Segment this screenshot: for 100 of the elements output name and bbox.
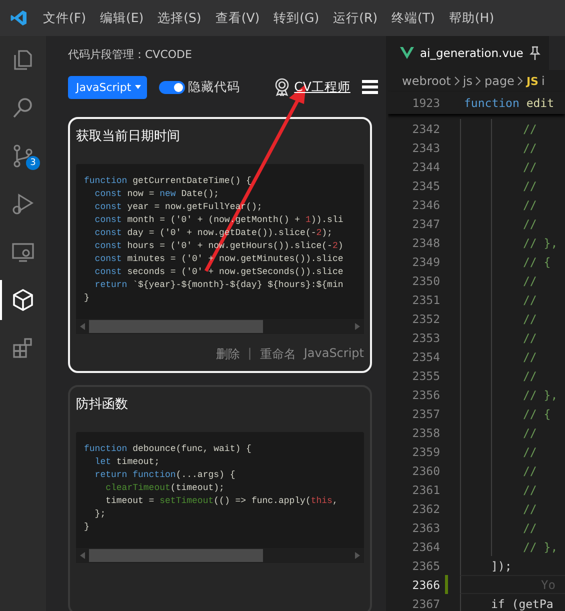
chevron-icon [517,76,524,86]
line-number: 2354 [411,350,440,364]
breadcrumb-item[interactable]: page [484,74,514,88]
branch-icon[interactable] [11,144,35,168]
js-file-icon: JS [526,74,538,88]
line-number: 2353 [411,330,440,344]
separator: | [248,346,252,362]
code-line: } [84,292,90,305]
breadcrumb-item[interactable]: js [462,74,472,88]
code-line: // [523,520,537,534]
snippet-title: 获取当前日期时间 [76,128,181,145]
badge-icon [274,78,290,96]
search-icon[interactable] [11,96,35,120]
code-line: function getCurrentDateTime() { [84,175,252,188]
scroll-left-icon[interactable] [80,552,85,559]
scrollbar-thumb[interactable] [89,320,263,333]
code-line: // [523,122,537,136]
code-line: // [523,482,537,496]
code-line: return `${year}-${month}-${day} ${hours}:${min [94,279,344,292]
editor-tab[interactable]: ai_generation.vue [388,36,550,70]
line-number: 2349 [411,254,440,268]
line-number: 2351 [411,292,440,306]
line-number: 2343 [411,140,440,154]
caret-icon [135,85,142,89]
line-number: 2362 [411,502,440,516]
code-line: // [523,160,537,174]
scroll-left-icon[interactable] [80,323,85,330]
menu-item[interactable]: 转到(G) [266,10,326,26]
scrollbar-thumb[interactable] [89,549,263,562]
toggle-switch[interactable] [159,80,186,94]
run-debug-icon[interactable] [11,192,35,216]
code-line: // [523,464,537,478]
snippet-card[interactable]: 防抖函数 function debounce(func, wait) { let timeout; return function(...args) { clearTimeout(timeout); timeout = setTimeout(() => func.apply(this, }; } [68,385,372,611]
code-line: timeout = setTimeout(() => func.apply(this, [104,495,339,508]
code-line: clearTimeout(timeout); [104,482,226,495]
code-line: } [84,521,90,534]
line-number: 2347 [411,216,440,230]
code-line: // [523,312,537,326]
breadcrumb-item[interactable]: i [541,74,545,88]
line-number: 2366 [411,578,440,592]
code-line: // [523,330,537,344]
line-number: 2345 [411,178,440,192]
monitor-icon[interactable] [11,240,35,264]
code-line: // [523,502,537,516]
code-line: // [523,292,537,306]
line-number: 2358 [411,426,440,440]
scroll-right-icon[interactable] [355,552,360,559]
line-number: 2359 [411,444,440,458]
pin-icon[interactable] [529,46,542,60]
code-line: }; [94,508,107,521]
card-action-link[interactable]: 重命名 [260,346,296,363]
toggle-label: 隐藏代码 [188,78,240,96]
snippet-card[interactable] [68,117,372,373]
panel-title: 代码片段管理：CVCODE [68,47,193,62]
line-number: 2344 [411,160,440,174]
menu-item[interactable]: 终端(T) [384,10,442,26]
line-number: 2356 [411,388,440,402]
code-line: ]); [491,558,512,572]
extensions-icon[interactable] [11,336,35,360]
card-action-link[interactable]: 删除 [216,346,240,363]
line-number: 2367 [411,596,440,610]
breadcrumb-item[interactable]: webroot [402,74,451,88]
user-link[interactable]: CV工程师 [294,78,350,96]
line-number: 2364 [411,540,440,554]
code-line: // }, [523,388,558,402]
code-line: const seconds = ('0' + now.getSeconds()).slice [94,266,344,279]
code-line: // { [523,406,551,420]
code-line: // [523,140,537,154]
code-line: // [523,198,537,212]
language-dropdown[interactable]: JavaScript [68,76,148,98]
language-label: JavaScript [304,346,364,362]
menu-icon[interactable] [362,80,378,94]
code-line: // [523,178,537,192]
menu-item[interactable]: 查看(V) [208,10,267,26]
code-line: // [523,444,537,458]
menu-item[interactable]: 编辑(E) [92,10,151,26]
menu-item[interactable]: 帮助(H) [442,10,502,26]
code-line: // }, [523,540,558,554]
vue-file-icon [400,47,414,59]
line-number: 2348 [411,236,440,250]
code-line: function debounce(func, wait) { [84,443,252,456]
line-number: 2350 [411,274,440,288]
snippet-title: 防抖函数 [76,396,129,413]
code-line: const now = new Date(); [94,188,220,201]
line-number: 2346 [411,198,440,212]
cube-icon[interactable] [11,288,35,312]
app-logo-icon[interactable] [10,9,28,27]
code-line: let timeout; [94,456,161,469]
menu-item[interactable]: 文件(F) [36,10,93,26]
line-number: 1923 [411,96,440,110]
menu-item[interactable]: 运行(R) [326,10,385,26]
sticky-code-line: function edit [464,96,554,110]
code-line: // [523,368,537,382]
chevron-icon [454,76,460,86]
chevron-icon [475,76,482,86]
menu-item[interactable]: 选择(S) [150,10,208,26]
files-icon[interactable] [11,48,35,72]
line-number: 2363 [411,520,440,534]
scroll-right-icon[interactable] [355,323,360,330]
count-badge: 3 [26,156,40,170]
